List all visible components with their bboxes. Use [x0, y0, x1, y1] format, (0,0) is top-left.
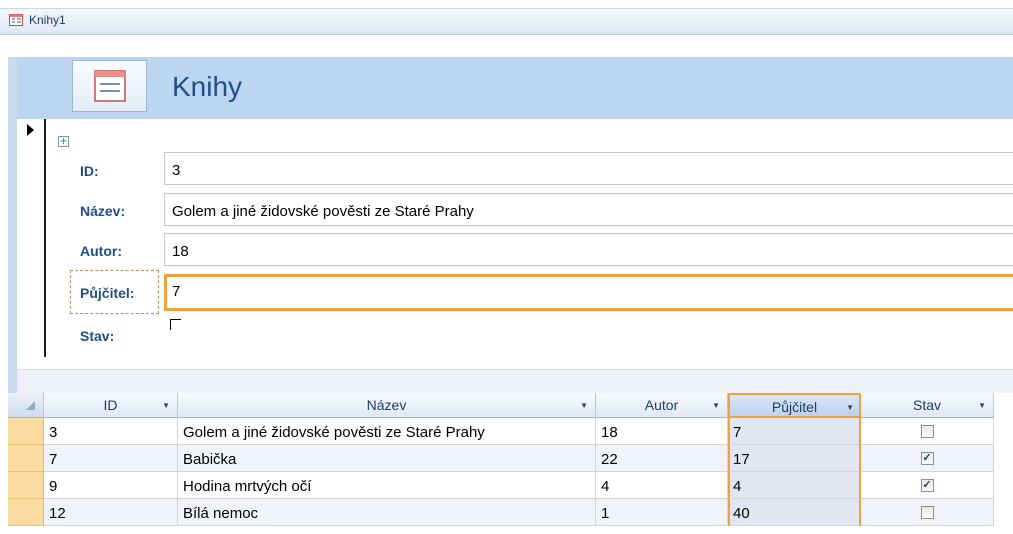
- form-selector-bar[interactable]: [8, 57, 17, 357]
- col-header-stav[interactable]: Stav ▼: [861, 393, 994, 418]
- cell-pujcitel[interactable]: 40: [728, 499, 861, 526]
- record-pointer-icon: [27, 124, 34, 136]
- cell-id[interactable]: 12: [44, 499, 178, 526]
- row-selector[interactable]: [8, 472, 44, 499]
- col-header-autor[interactable]: Autor ▼: [596, 393, 728, 418]
- label-autor: Autor:: [80, 243, 122, 259]
- pujcitel-field[interactable]: 7: [164, 274, 1013, 311]
- cell-id[interactable]: 3: [44, 418, 178, 445]
- form-logo-icon: [72, 60, 147, 112]
- cell-autor[interactable]: 1: [596, 499, 728, 526]
- cell-autor[interactable]: 4: [596, 472, 728, 499]
- stav-checkbox[interactable]: [170, 319, 181, 330]
- col-header-id[interactable]: ID ▼: [44, 393, 178, 418]
- cell-pujcitel[interactable]: 7: [728, 418, 861, 445]
- row-selector[interactable]: [8, 499, 44, 526]
- select-all-corner[interactable]: [8, 393, 44, 418]
- cell-autor[interactable]: 22: [596, 445, 728, 472]
- select-all-icon: [26, 401, 35, 410]
- stav-checkbox-checked[interactable]: ✓: [920, 452, 934, 465]
- top-edge: [0, 0, 1013, 9]
- form-header: Knihy: [17, 57, 1013, 119]
- cell-nazev[interactable]: Babička: [178, 445, 596, 472]
- dropdown-arrow-icon[interactable]: ▼: [978, 393, 986, 418]
- form-tab[interactable]: Knihy1: [0, 9, 1013, 35]
- form-icon: [9, 14, 23, 26]
- cell-nazev[interactable]: Bílá nemoc: [178, 499, 596, 526]
- dropdown-arrow-icon[interactable]: ▼: [846, 395, 854, 420]
- cell-autor[interactable]: 18: [596, 418, 728, 445]
- cell-pujcitel[interactable]: 17: [728, 445, 861, 472]
- label-pujcitel: Půjčitel:: [80, 285, 135, 301]
- form-selector-bar-lower: [8, 357, 17, 393]
- col-header-label: Stav: [912, 397, 941, 413]
- col-header-label: Název: [366, 397, 407, 413]
- splitter[interactable]: [17, 357, 1013, 394]
- splitter-bar[interactable]: [17, 369, 1013, 394]
- cell-stav[interactable]: [861, 499, 994, 526]
- cell-stav[interactable]: [861, 418, 994, 445]
- stav-checkbox[interactable]: [920, 425, 934, 438]
- col-header-pujcitel[interactable]: Půjčitel ▼: [728, 393, 861, 418]
- dropdown-arrow-icon[interactable]: ▼: [712, 393, 720, 418]
- autor-field[interactable]: 18: [164, 233, 1013, 266]
- id-field[interactable]: 3: [164, 152, 1013, 185]
- cell-id[interactable]: 9: [44, 472, 178, 499]
- cell-id[interactable]: 7: [44, 445, 178, 472]
- label-nazev: Název:: [80, 203, 126, 219]
- window-title: Knihy1: [29, 13, 66, 27]
- stav-checkbox-checked[interactable]: ✓: [920, 479, 934, 492]
- move-handle-icon[interactable]: +: [58, 136, 69, 147]
- form-title: Knihy: [172, 71, 243, 102]
- stav-checkbox[interactable]: [920, 506, 934, 519]
- cell-nazev[interactable]: Hodina mrtvých očí: [178, 472, 596, 499]
- col-header-label: Půjčitel: [771, 399, 818, 415]
- cell-stav[interactable]: ✓: [861, 445, 994, 472]
- col-header-label: Autor: [644, 397, 679, 413]
- cell-pujcitel[interactable]: 4: [728, 472, 861, 499]
- dropdown-arrow-icon[interactable]: ▼: [580, 393, 588, 418]
- row-selector[interactable]: [8, 445, 44, 472]
- label-stav: Stav:: [80, 328, 115, 344]
- nazev-field[interactable]: Golem a jiné židovské pověsti ze Staré P…: [164, 193, 1013, 226]
- row-selector[interactable]: [8, 418, 44, 445]
- record-selector[interactable]: [17, 119, 46, 357]
- cell-nazev[interactable]: Golem a jiné židovské pověsti ze Staré P…: [178, 418, 596, 445]
- col-header-nazev[interactable]: Název ▼: [178, 393, 596, 418]
- datasheet: ID ▼ Název ▼ Autor ▼ Půjčitel ▼ Stav ▼ 3…: [8, 393, 1013, 534]
- dropdown-arrow-icon[interactable]: ▼: [162, 393, 170, 418]
- form-detail: + ID: 3 Název: Golem a jiné židovské pov…: [46, 119, 1013, 357]
- col-header-label: ID: [103, 397, 118, 413]
- cell-stav[interactable]: ✓: [861, 472, 994, 499]
- label-id: ID:: [80, 163, 99, 179]
